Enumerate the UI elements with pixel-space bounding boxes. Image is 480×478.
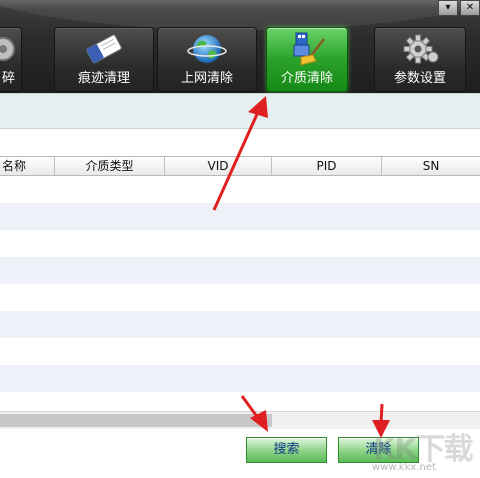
watermark-url: www.kkx.net (372, 462, 436, 473)
table-header: 名称 介质类型 VID PID SN (0, 156, 480, 176)
tab-internet-clean[interactable]: 上网清除 (157, 27, 257, 92)
usb-broom-icon (293, 32, 325, 66)
main-toolbar: ▾ ✕ 碎 痕迹清理 上网清除 介质清除 参数设置 (0, 0, 480, 93)
column-header-sn[interactable]: SN (382, 157, 480, 175)
column-header-pid[interactable]: PID (272, 157, 382, 175)
tab-trace-clean[interactable]: 痕迹清理 (54, 27, 154, 92)
table-row[interactable] (0, 338, 480, 365)
eraser-icon (86, 34, 122, 64)
column-header-media-type[interactable]: 介质类型 (55, 157, 165, 175)
globe-icon (187, 35, 227, 63)
tab-settings[interactable]: 参数设置 (374, 27, 466, 92)
table-row[interactable] (0, 257, 480, 284)
table-row[interactable] (0, 311, 480, 338)
tab-media-clean[interactable]: 介质清除 (266, 27, 348, 92)
tab-label: 介质清除 (280, 71, 333, 86)
table-row[interactable] (0, 365, 480, 392)
column-header-name[interactable]: 名称 (0, 157, 55, 175)
media-table: 名称 介质类型 VID PID SN (0, 156, 480, 419)
toolbar-sheen (0, 0, 480, 30)
tab-label: 上网清除 (180, 71, 233, 86)
window-controls: ▾ ✕ (438, 0, 480, 16)
table-row[interactable] (0, 230, 480, 257)
gear-icon (403, 34, 439, 64)
tab-shred[interactable]: 碎 (0, 27, 22, 92)
close-window-button[interactable]: ✕ (460, 0, 480, 16)
table-row[interactable] (0, 203, 480, 230)
table-body (0, 176, 480, 419)
scrollbar-thumb[interactable] (0, 414, 272, 427)
column-header-vid[interactable]: VID (165, 157, 272, 175)
tab-label: 碎 (1, 71, 15, 86)
tab-label: 参数设置 (393, 71, 446, 86)
table-row[interactable] (0, 284, 480, 311)
filter-strip (0, 93, 480, 129)
table-row[interactable] (0, 176, 480, 203)
tab-label: 痕迹清理 (77, 71, 130, 86)
menu-dropdown-button[interactable]: ▾ (438, 0, 458, 16)
shredder-icon (0, 37, 15, 61)
search-button[interactable]: 搜索 (246, 437, 327, 463)
